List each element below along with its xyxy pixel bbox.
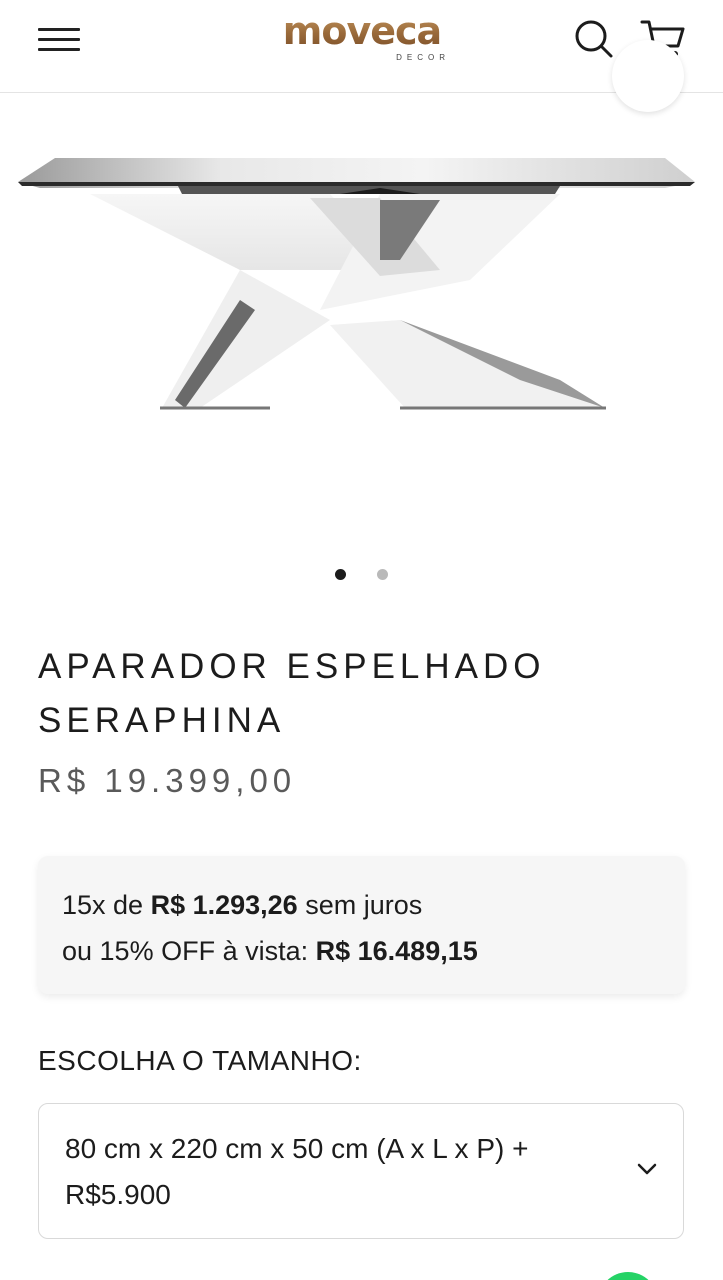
size-select[interactable]: 80 cm x 220 cm x 50 cm (A x L x P) + R$5… [38, 1103, 684, 1239]
logo-subtext: DECOR [396, 53, 450, 62]
installments-panel: 15x de R$ 1.293,26 sem juros ou 15% OFF … [38, 856, 685, 994]
cash-discount-prefix: ou 15% OFF à vista: [62, 936, 316, 966]
product-image[interactable] [0, 110, 723, 440]
installments-line: 15x de R$ 1.293,26 sem juros [62, 882, 661, 928]
logo-text: moveca [272, 10, 452, 52]
product-price: R$ 19.399,00 [38, 762, 297, 799]
installments-suffix: sem juros [297, 890, 423, 920]
gallery-dot-2[interactable] [377, 569, 388, 580]
hamburger-menu-button[interactable] [38, 24, 82, 54]
product-photo [18, 158, 695, 410]
hamburger-line [38, 48, 80, 51]
installments-prefix: 15x de [62, 890, 151, 920]
search-icon [575, 20, 613, 58]
gallery-dot-1-active[interactable] [335, 569, 346, 580]
wishlist-button[interactable] [612, 40, 684, 112]
cash-discount-amount: R$ 16.489,15 [315, 936, 478, 966]
product-title: APARADOR ESPELHADO SERAPHINA [38, 647, 546, 740]
whatsapp-button[interactable] [598, 1272, 658, 1280]
hamburger-line [38, 38, 80, 41]
installments-amount: R$ 1.293,26 [150, 890, 298, 920]
cash-discount-line: ou 15% OFF à vista: R$ 16.489,15 [62, 928, 661, 974]
gallery-pagination [0, 566, 723, 582]
search-button[interactable] [573, 18, 615, 60]
brand-logo[interactable]: moveca DECOR [272, 10, 452, 66]
hamburger-menu-icon [38, 28, 80, 31]
size-label: ESCOLHA O TAMANHO: [38, 1045, 362, 1076]
chevron-down-icon [637, 1163, 657, 1175]
size-selected-value: 80 cm x 220 cm x 50 cm (A x L x P) + R$5… [65, 1133, 529, 1210]
